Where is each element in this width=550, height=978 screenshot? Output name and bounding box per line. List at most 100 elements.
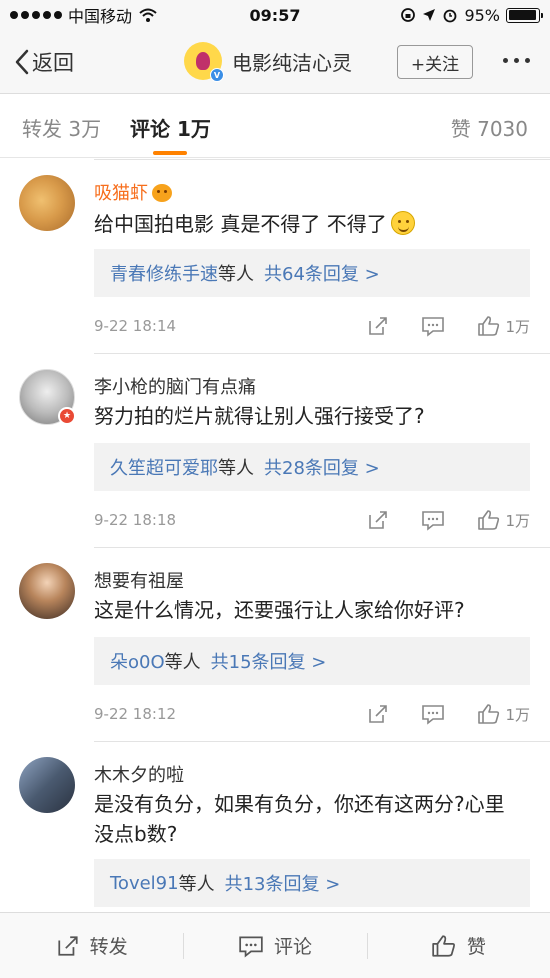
reply-count[interactable]: 共13条回复 > [225, 870, 341, 896]
reply-users[interactable]: 青春修练手速 [110, 260, 218, 286]
comment-actions: 1万 [335, 315, 530, 337]
like-thumb-icon [432, 934, 455, 957]
comment-text: 这是什么情况，还要强行让人家给你好评? [94, 598, 465, 622]
comment-icon [239, 935, 263, 958]
comment-time: 9-22 18:12 [94, 705, 177, 723]
more-dots-icon[interactable] [503, 58, 530, 63]
like-button[interactable]: 1万 [477, 509, 530, 531]
comment-button[interactable] [421, 703, 445, 725]
comment-time: 9-22 18:18 [94, 511, 177, 529]
comment-list[interactable]: 吸猫虾 给中国拍电影 真是不得了 不得了 青春修练手速 等人 共64条回复 > … [0, 159, 550, 909]
repost-button[interactable] [367, 509, 389, 531]
repost-button[interactable] [367, 315, 389, 337]
bottom-like-button[interactable]: 赞 [366, 913, 550, 978]
comment-button[interactable] [421, 509, 445, 531]
status-bar: 中国移动 09:57 95% [0, 0, 550, 30]
page-title: 电影纯洁心灵 [232, 50, 352, 75]
back-button[interactable]: 返回 [0, 47, 74, 77]
account-header[interactable]: V 电影纯洁心灵 [184, 42, 352, 82]
like-button[interactable]: 1万 [477, 703, 530, 725]
comment-username[interactable]: 李小枪的脑门有点痛 [94, 373, 256, 399]
like-button[interactable]: 1万 [477, 315, 530, 337]
comment-username[interactable]: 木木夕的啦 [94, 761, 184, 787]
comment-meta: 9-22 18:12 1万 [94, 699, 530, 729]
comment-text: 给中国拍电影 真是不得了 不得了 [94, 209, 524, 239]
avatar[interactable] [19, 563, 75, 619]
tab-comment[interactable]: 评论 1万 [130, 113, 211, 142]
reply-count[interactable]: 共28条回复 > [264, 454, 380, 480]
reply-summary[interactable]: 朵o0O 等人 共15条回复 > [94, 637, 530, 685]
reply-users[interactable]: Tovel91 [110, 873, 179, 894]
comment-button[interactable] [421, 315, 445, 337]
bottom-repost-button[interactable]: 转发 [0, 913, 183, 978]
comment-time: 9-22 18:14 [94, 317, 177, 335]
reply-count[interactable]: 共15条回复 > [211, 648, 327, 674]
status-left: 中国移动 [10, 3, 158, 27]
battery-icon [506, 7, 543, 23]
reply-users[interactable]: 朵o0O [110, 648, 165, 674]
bottom-action-bar: 转发 评论 赞 [0, 912, 550, 978]
verified-icon: V [210, 68, 224, 82]
back-label: 返回 [32, 50, 74, 75]
comment-meta: 9-22 18:14 1万 [94, 311, 530, 341]
comment-username[interactable]: 吸猫虾 [94, 179, 172, 205]
location-arrow-icon [423, 9, 436, 21]
bottom-comment-label: 评论 [273, 936, 312, 958]
battery-level [508, 10, 537, 20]
follow-button[interactable]: +关注 [397, 45, 473, 79]
repost-icon [369, 705, 388, 723]
avatar[interactable] [19, 757, 75, 813]
like-count: 1万 [505, 705, 530, 724]
carrier-label: 中国移动 [68, 7, 133, 26]
status-right: 95% [400, 5, 543, 25]
alarm-icon [444, 9, 457, 23]
divider [94, 353, 550, 354]
comment-body: 给中国拍电影 真是不得了 不得了 [94, 212, 387, 236]
comment-icon [422, 317, 445, 337]
like-thumb-icon [478, 704, 500, 724]
reply-summary[interactable]: 久笙超可爱耶 等人 共28条回复 > [94, 443, 530, 491]
tab-likes[interactable]: 赞 7030 [451, 113, 528, 142]
repost-icon [369, 511, 388, 529]
battery-percent: 95% [464, 5, 500, 25]
back-chevron-icon [15, 49, 29, 74]
comment-username[interactable]: 想要有祖屋 [94, 567, 184, 593]
reply-suffix: 等人 [164, 652, 201, 673]
repost-button[interactable] [367, 703, 389, 725]
username-text: 吸猫虾 [94, 183, 148, 204]
comment-actions: 1万 [335, 703, 530, 725]
divider [94, 547, 550, 548]
like-thumb-icon [478, 316, 500, 336]
reply-suffix: 等人 [218, 458, 254, 479]
avatar[interactable] [19, 175, 75, 231]
smile-emoji-icon [390, 211, 415, 235]
comment-icon [422, 705, 445, 725]
user-badge-icon: ★ [58, 407, 76, 425]
like-thumb-icon [478, 510, 500, 530]
divider [94, 741, 550, 742]
nav-bar: 返回 V 电影纯洁心灵 +关注 [0, 30, 550, 94]
reply-summary[interactable]: Tovel91 等人 共13条回复 > [94, 859, 530, 907]
like-count: 1万 [505, 317, 530, 336]
account-avatar[interactable]: V [184, 42, 224, 82]
repost-icon [369, 317, 388, 335]
divider [94, 159, 550, 160]
comment-text: 努力拍的烂片就得让别人强行接受了? [94, 404, 425, 428]
bottom-like-label: 赞 [466, 936, 486, 958]
reply-suffix: 等人 [218, 264, 254, 285]
lock-rotation-icon [401, 8, 416, 22]
active-tab-indicator [153, 151, 187, 155]
comment-actions: 1万 [335, 509, 530, 531]
tab-bar: 转发 3万 评论 1万 赞 7030 [0, 95, 550, 158]
bottom-comment-button[interactable]: 评论 [183, 913, 366, 978]
signal-strength-icon [10, 11, 62, 19]
comment-meta: 9-22 18:18 1万 [94, 505, 530, 535]
reply-summary[interactable]: 青春修练手速 等人 共64条回复 > [94, 249, 530, 297]
flower-logo-icon [196, 52, 210, 70]
comment-text: 是没有负分，如果有负分，你还有这两分?心里没点b数? [94, 792, 505, 846]
bottom-repost-label: 转发 [89, 936, 128, 958]
reply-suffix: 等人 [178, 874, 215, 895]
tab-repost[interactable]: 转发 3万 [22, 113, 101, 142]
reply-users[interactable]: 久笙超可爱耶 [110, 454, 218, 480]
reply-count[interactable]: 共64条回复 > [264, 260, 380, 286]
